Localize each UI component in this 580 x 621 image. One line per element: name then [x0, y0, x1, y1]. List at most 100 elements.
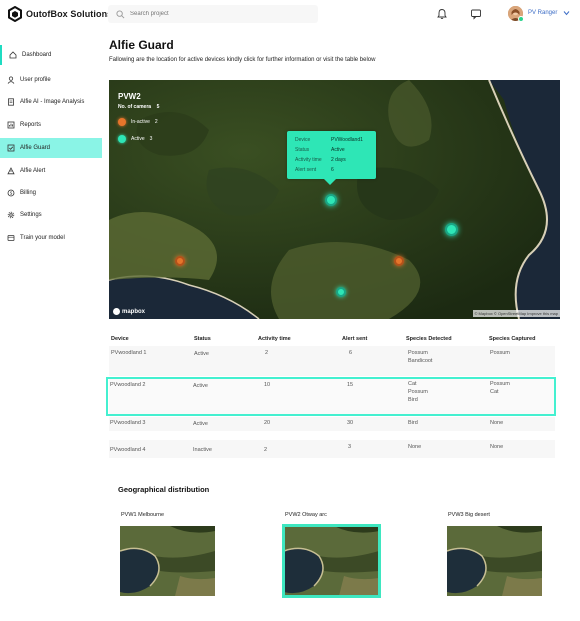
brand-logo[interactable]: OutofBox Solutions	[8, 6, 112, 22]
search-bar[interactable]	[108, 5, 318, 23]
user-icon	[7, 76, 15, 84]
legend-label: Active	[131, 136, 145, 142]
map-view[interactable]: PVW2 No. of camera 5 In-active 2 Active …	[109, 80, 560, 319]
species-item: Bird	[408, 420, 418, 426]
user-name[interactable]: PV Ranger	[528, 10, 557, 16]
table-row[interactable]	[109, 346, 555, 376]
chevron-down-icon[interactable]	[563, 10, 570, 16]
cell-status: Active	[194, 351, 209, 357]
tooltip-key: Status	[295, 147, 310, 153]
tooltip-value: 2 days	[331, 157, 346, 163]
geo-section-title: Geographical distribution	[118, 485, 210, 494]
legend-label: In-active	[131, 119, 150, 125]
sidebar-item-label: Train your model	[20, 235, 65, 241]
map-attribution[interactable]: © Mapbox © OpenStreetMap Improve this ma…	[472, 310, 560, 317]
column-header-activity: Activity time	[258, 336, 291, 342]
sidebar-item-billing[interactable]: $ Billing	[0, 183, 102, 203]
region-thumbnail-big-desert[interactable]	[447, 526, 542, 596]
svg-text:$: $	[10, 191, 13, 197]
alert-icon	[7, 167, 15, 175]
document-icon	[8, 98, 14, 106]
tooltip-row: Status Active	[295, 145, 368, 155]
column-header-species-captured: Species Captured	[489, 336, 536, 342]
device-tooltip: Device PVWoodland1 Status Active Activity …	[287, 131, 376, 179]
page-subtitle: Fallowing are the location for active de…	[109, 57, 376, 63]
sidebar-item-label: Billing	[20, 190, 37, 196]
legend-count: 3	[149, 136, 153, 142]
species-item: Possum	[408, 350, 428, 356]
region-thumbnail-otway-arc[interactable]	[282, 524, 381, 598]
device-marker-inactive[interactable]	[175, 256, 185, 266]
tooltip-key: Alert sent	[295, 167, 317, 173]
species-item: Possum	[490, 350, 510, 356]
sidebar-item-image-analysis[interactable]: Alfie AI - Image Analysis	[0, 92, 102, 112]
cell-status: Active	[193, 421, 208, 427]
sidebar-item-alfie-guard[interactable]: Alfie Guard	[0, 138, 102, 158]
sidebar-item-user-profile[interactable]: User profile	[0, 70, 102, 90]
table-row[interactable]	[109, 440, 555, 458]
cell-activity: 20	[264, 420, 271, 426]
sidebar-item-dashboard[interactable]: Dashboard	[0, 45, 102, 65]
cell-captured: Possum	[490, 349, 510, 357]
device-marker-active[interactable]	[336, 287, 346, 297]
inactive-dot-icon	[118, 118, 126, 126]
species-item: None	[490, 444, 504, 450]
chat-icon[interactable]	[470, 8, 482, 20]
selected-row-outline	[106, 377, 556, 416]
tooltip-value: Active	[331, 147, 345, 153]
sidebar-item-reports[interactable]: Reports	[0, 115, 102, 135]
region-map-image	[120, 526, 215, 596]
cell-detected: Possum Bandicoot	[408, 349, 432, 365]
legend-count: 2	[154, 119, 158, 125]
tooltip-row: Device PVWoodland1	[295, 135, 368, 145]
sidebar-item-alfie-alert[interactable]: Alfie Alert	[0, 161, 102, 181]
column-header-device: Device	[111, 336, 129, 342]
bell-icon[interactable]	[436, 8, 448, 20]
cell-device: PVwoodland 3	[110, 420, 146, 426]
brand-name: OutofBox Solutions	[26, 9, 113, 19]
search-input[interactable]	[130, 11, 300, 17]
cell-status: Inactive	[193, 447, 212, 453]
mapbox-icon	[113, 308, 120, 315]
cell-device: PVwoodland 1	[111, 350, 147, 356]
sidebar-item-train-model[interactable]: Train your model	[0, 228, 102, 248]
billing-icon: $	[7, 189, 15, 197]
search-icon	[116, 9, 125, 18]
mapbox-logo-text: mapbox	[122, 308, 146, 315]
mapbox-logo: mapbox	[113, 308, 145, 315]
cell-activity: 2	[264, 447, 268, 453]
tooltip-key: Activity time	[295, 157, 322, 163]
sidebar-item-label: Settings	[20, 212, 42, 218]
tooltip-row: Alert sent 6	[295, 165, 368, 175]
top-bar: OutofBox Solutions PV Ranger	[0, 0, 580, 30]
species-item: Bandicoot	[408, 358, 433, 364]
tooltip-value: 6	[331, 167, 334, 173]
column-header-alerts: Alert sent	[342, 336, 368, 342]
table-row[interactable]	[109, 417, 555, 431]
device-marker-active[interactable]	[325, 194, 337, 206]
sidebar-item-label: Dashboard	[22, 52, 52, 58]
column-header-species-detected: Species Detected	[406, 336, 452, 342]
gear-icon	[7, 211, 15, 219]
device-marker-inactive[interactable]	[394, 256, 404, 266]
camera-count-value: 5	[156, 104, 160, 110]
sidebar-item-label: Reports	[20, 122, 42, 128]
home-icon	[9, 51, 17, 59]
tooltip-key: Device	[295, 137, 311, 143]
cell-alerts: 30	[347, 420, 354, 426]
camera-count-label: No. of camera	[118, 104, 152, 110]
guard-icon	[7, 144, 15, 152]
region-thumbnail-melbourne[interactable]	[120, 526, 215, 596]
sidebar-item-label: Alfie Alert	[20, 168, 46, 174]
device-marker-active[interactable]	[445, 223, 458, 236]
page-title: Alfie Guard	[109, 38, 174, 52]
train-icon	[7, 235, 15, 241]
hexagon-logo-icon	[8, 6, 22, 22]
legend-inactive: In-active 2	[118, 118, 158, 126]
region-map-image	[447, 526, 542, 596]
camera-count: No. of camera 5	[118, 104, 159, 110]
cell-captured: None	[490, 419, 503, 427]
region-label: PVW1 Melbourne	[121, 512, 165, 518]
sidebar-item-settings[interactable]: Settings	[0, 205, 102, 225]
tooltip-value: PVWoodland1	[331, 137, 363, 143]
